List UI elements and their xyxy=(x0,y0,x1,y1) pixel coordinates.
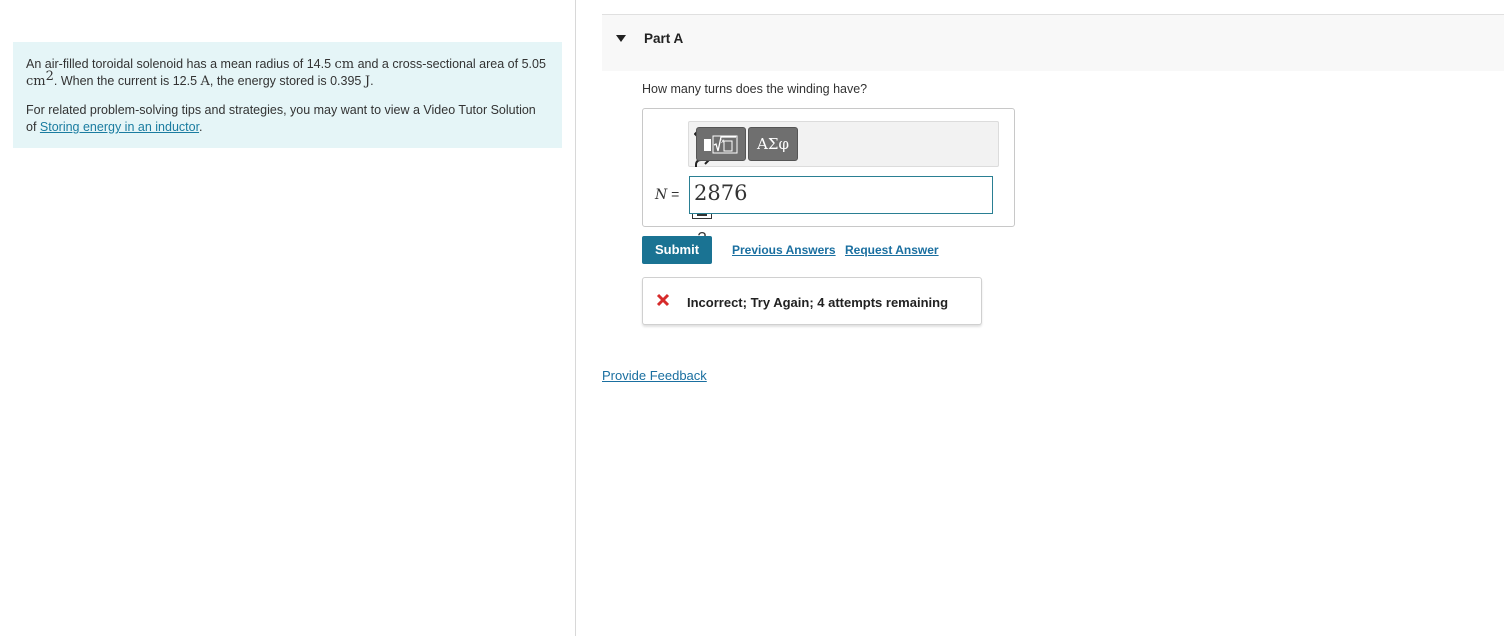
previous-answers-link[interactable]: Previous Answers xyxy=(732,243,836,257)
answer-label: N = xyxy=(655,186,680,203)
math-toolbar: x ΑΣφ ? xyxy=(688,121,999,247)
greek-symbols-button[interactable]: ΑΣφ xyxy=(748,127,798,161)
part-a-header[interactable]: Part A xyxy=(602,14,1504,71)
problem-statement: An air-filled toroidal solenoid has a me… xyxy=(13,42,562,148)
request-answer-link[interactable]: Request Answer xyxy=(845,243,939,257)
video-tutor-link[interactable]: Storing energy in an inductor xyxy=(40,120,199,134)
answer-box: x ΑΣφ ? N = 2876 xyxy=(642,108,1015,247)
templates-icon: x xyxy=(704,135,738,154)
left-panel: An air-filled toroidal solenoid has a me… xyxy=(0,0,576,636)
feedback-box: Incorrect; Try Again; 4 attempts remaini… xyxy=(642,277,982,325)
part-title: Part A xyxy=(644,31,684,46)
problem-text: An air-filled toroidal solenoid has a me… xyxy=(26,57,546,89)
provide-feedback-link[interactable]: Provide Feedback xyxy=(602,368,707,383)
submit-button[interactable]: Submit xyxy=(642,236,712,264)
collapse-caret-icon[interactable] xyxy=(616,35,626,42)
answer-input[interactable]: 2876 xyxy=(689,176,993,214)
templates-button[interactable]: x xyxy=(696,127,746,161)
feedback-message: Incorrect; Try Again; 4 attempts remaini… xyxy=(687,295,949,310)
svg-text:x: x xyxy=(721,138,725,145)
tips-text: For related problem-solving tips and str… xyxy=(26,103,536,134)
incorrect-x-icon xyxy=(656,290,672,310)
question-text: How many turns does the winding have? xyxy=(642,82,868,96)
